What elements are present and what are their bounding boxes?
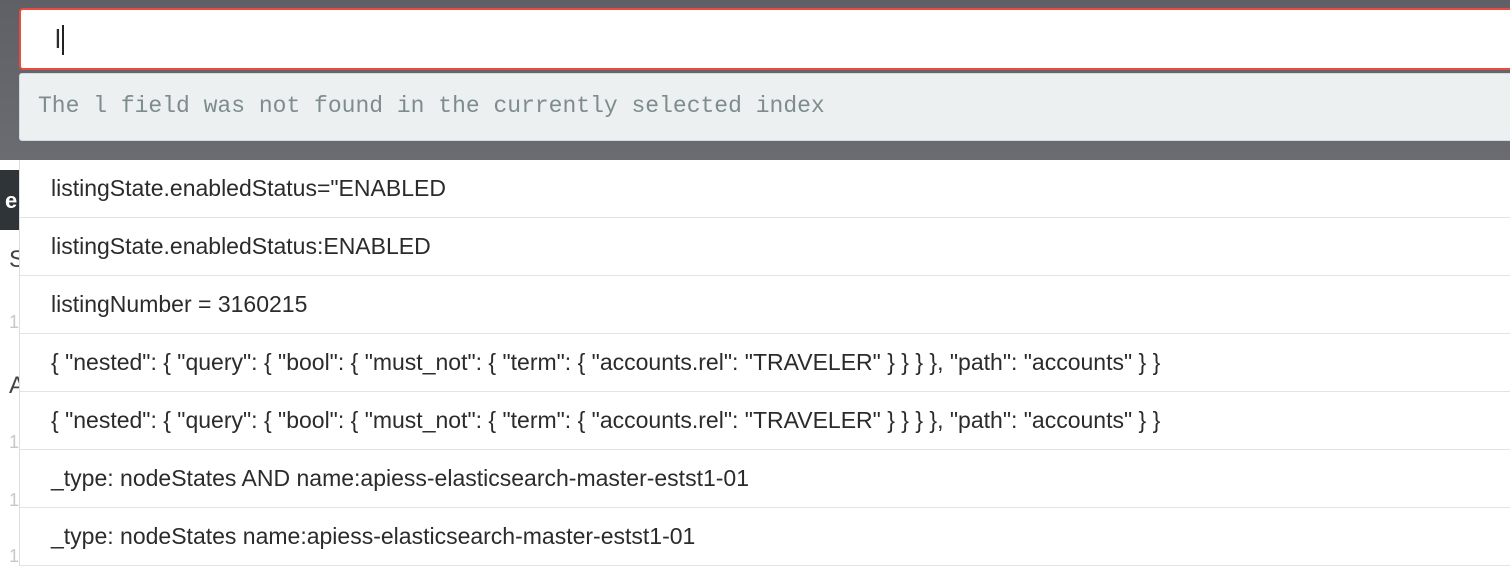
background-text-fragment: 1 xyxy=(9,432,20,452)
query-input-container[interactable] xyxy=(19,8,1510,70)
background-text-fragment: 1 xyxy=(9,490,20,510)
field-not-found-message: The l field was not found in the current… xyxy=(19,73,1510,141)
app-navbar: e xyxy=(0,170,20,230)
background-text-fragment: 1 xyxy=(9,546,20,566)
navbar-brand-fragment: e xyxy=(5,188,18,213)
suggestion-item[interactable]: _type: nodeStates name:apiess-elasticsea… xyxy=(20,508,1510,566)
suggestion-list: listingState.enabledStatus="ENABLED list… xyxy=(19,160,1510,566)
suggestion-item[interactable]: { "nested": { "query": { "bool": { "must… xyxy=(20,392,1510,450)
suggestion-item[interactable]: _type: nodeStates AND name:apiess-elasti… xyxy=(20,450,1510,508)
suggestion-item[interactable]: listingState.enabledStatus:ENABLED xyxy=(20,218,1510,276)
text-cursor xyxy=(62,25,64,55)
error-message-text: The l field was not found in the current… xyxy=(38,93,825,119)
suggestion-item[interactable]: listingNumber = 3160215 xyxy=(20,276,1510,334)
suggestion-item[interactable]: { "nested": { "query": { "bool": { "must… xyxy=(20,334,1510,392)
suggestion-item[interactable]: listingState.enabledStatus="ENABLED xyxy=(20,160,1510,218)
query-input[interactable] xyxy=(55,22,1495,56)
background-text-fragment: 1 xyxy=(9,312,20,332)
